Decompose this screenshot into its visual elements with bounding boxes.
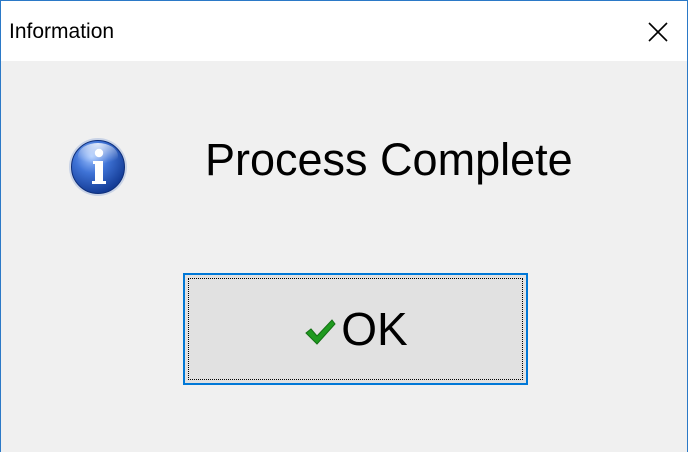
window-title: Information <box>9 20 115 43</box>
information-dialog: Information Process Complete OK <box>0 0 688 452</box>
ok-button-label: OK <box>341 303 408 355</box>
close-icon <box>648 22 668 42</box>
title-bar: Information <box>1 1 687 61</box>
ok-button[interactable]: OK <box>183 273 528 385</box>
message-text: Process Complete <box>205 134 573 185</box>
close-button[interactable] <box>629 1 687 61</box>
checkmark-icon <box>305 319 336 345</box>
info-icon <box>69 138 127 196</box>
